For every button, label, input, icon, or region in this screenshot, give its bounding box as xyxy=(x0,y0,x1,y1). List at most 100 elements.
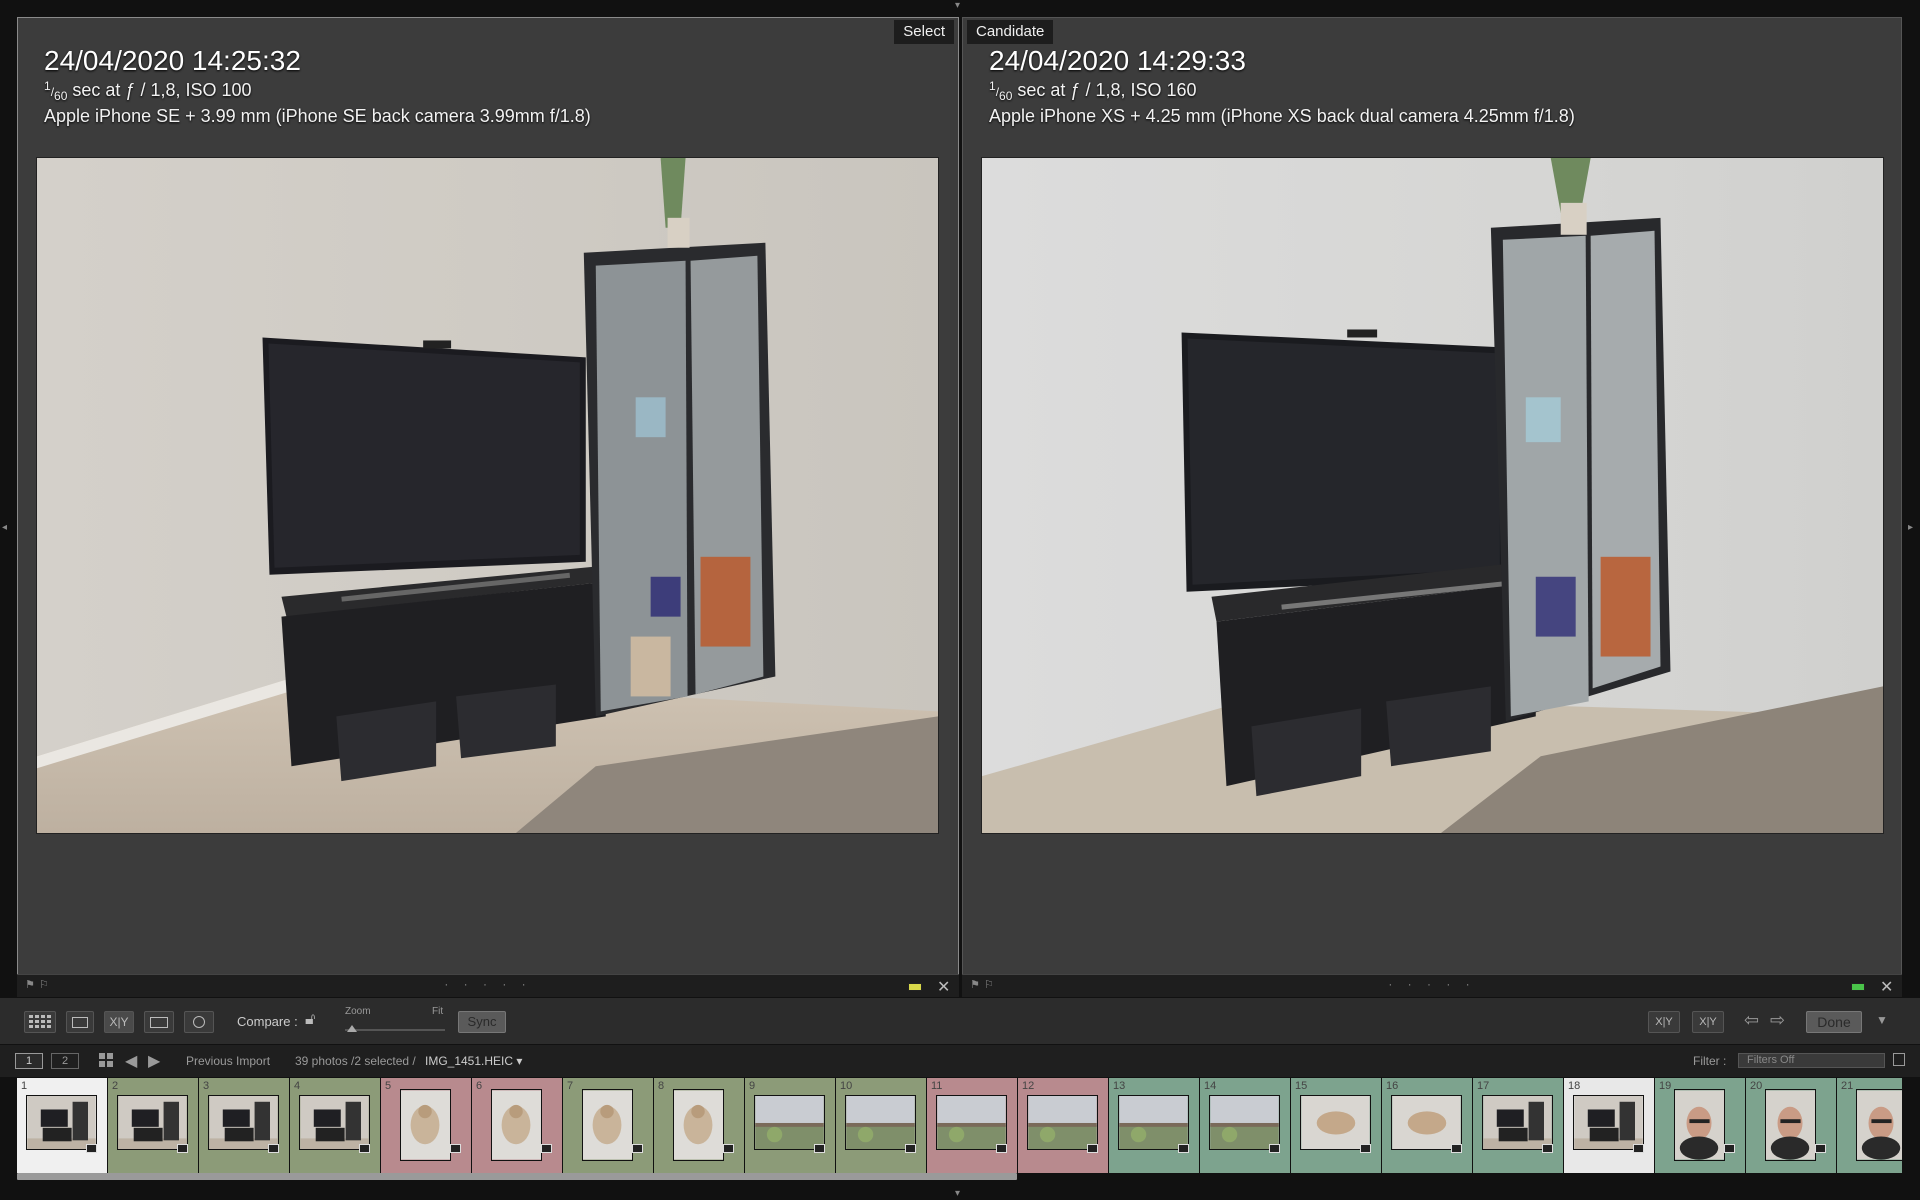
filmstrip-thumbnail[interactable] xyxy=(1209,1095,1280,1150)
filmstrip-thumbnail[interactable] xyxy=(491,1089,542,1161)
filmstrip-cell[interactable]: 15 xyxy=(1291,1078,1382,1173)
next-arrow-icon[interactable]: ⇨ xyxy=(1770,1010,1785,1031)
shutter-fraction: 1/60 xyxy=(989,79,1013,103)
close-icon[interactable]: ✕ xyxy=(1880,977,1893,997)
toolbar-menu-chevron-icon[interactable]: ▼ xyxy=(1876,1013,1888,1027)
filmstrip-cell-number: 6 xyxy=(476,1080,483,1092)
filmstrip-cell[interactable]: 13 xyxy=(1109,1078,1200,1173)
candidate-photo[interactable] xyxy=(981,157,1884,834)
select-pane[interactable]: Select 24/04/2020 14:25:32 1/60 sec at ƒ… xyxy=(17,17,959,975)
filmstrip-thumbnail[interactable] xyxy=(1027,1095,1098,1150)
star-rating[interactable]: · · · · · xyxy=(444,977,531,991)
filmstrip-thumbnail[interactable] xyxy=(754,1095,825,1150)
flag-icon[interactable]: ⚑ xyxy=(25,980,35,991)
top-panel-toggle-icon[interactable]: ▾ xyxy=(955,0,960,11)
filmstrip-thumbnail[interactable] xyxy=(1482,1095,1553,1150)
filmstrip-thumbnail[interactable] xyxy=(1573,1095,1644,1150)
filmstrip-cell-number: 14 xyxy=(1204,1080,1217,1092)
filmstrip-thumbnail[interactable] xyxy=(26,1095,97,1150)
filmstrip-cell[interactable]: 20 xyxy=(1746,1078,1837,1173)
filmstrip[interactable]: 1 2 3 4 5 6 7 8 9 10 11 12 13 14 15 16 17 18 19 20 21 xyxy=(17,1078,1902,1173)
close-icon[interactable]: ✕ xyxy=(937,977,950,997)
filmstrip-cell-number: 5 xyxy=(385,1080,392,1092)
filmstrip-cell[interactable]: 9 xyxy=(745,1078,836,1173)
right-panel-toggle-icon[interactable]: ▸ xyxy=(1908,522,1913,533)
filmstrip-thumbnail[interactable] xyxy=(673,1089,724,1161)
filmstrip-cell[interactable]: 7 xyxy=(563,1078,654,1173)
filmstrip-cell[interactable]: 14 xyxy=(1200,1078,1291,1173)
filmstrip-thumbnail[interactable] xyxy=(208,1095,279,1150)
survey-view-button[interactable] xyxy=(144,1011,174,1033)
living-room-photo xyxy=(37,158,938,833)
filmstrip-cell[interactable]: 6 xyxy=(472,1078,563,1173)
selection-info: 39 photos /2 selected / xyxy=(295,1054,416,1068)
fit-label: Fit xyxy=(432,1006,444,1017)
filmstrip-thumbnail[interactable] xyxy=(400,1089,451,1161)
candidate-pane[interactable]: Candidate 24/04/2020 14:29:33 1/60 sec a… xyxy=(962,17,1902,975)
filmstrip-scrollbar[interactable] xyxy=(17,1173,1017,1180)
star-rating[interactable]: · · · · · xyxy=(1388,977,1475,991)
filmstrip-cell[interactable]: 18 xyxy=(1564,1078,1655,1173)
color-label-yellow[interactable] xyxy=(908,983,922,991)
forward-arrow-icon[interactable]: ▶ xyxy=(148,1051,160,1071)
color-label-green[interactable] xyxy=(1851,983,1865,991)
loupe-view-button[interactable] xyxy=(66,1011,94,1033)
filter-dropdown[interactable]: Filters Off xyxy=(1738,1053,1885,1068)
edit-badge-icon xyxy=(1815,1144,1826,1153)
filmstrip-cell[interactable]: 5 xyxy=(381,1078,472,1173)
zoom-slider-knob[interactable] xyxy=(347,1025,357,1032)
filmstrip-cell[interactable]: 1 xyxy=(17,1078,108,1173)
grid-icon[interactable] xyxy=(99,1053,113,1070)
previous-arrow-icon[interactable]: ⇦ xyxy=(1744,1010,1759,1031)
filmstrip-thumbnail[interactable] xyxy=(936,1095,1007,1150)
filmstrip-cell[interactable]: 11 xyxy=(927,1078,1018,1173)
grid-view-button[interactable] xyxy=(24,1011,56,1033)
filmstrip-thumbnail[interactable] xyxy=(1391,1095,1462,1150)
filmstrip-thumbnail[interactable] xyxy=(1674,1089,1725,1161)
compare-view-button[interactable]: X|Y xyxy=(104,1011,134,1033)
bottom-panel-toggle-icon[interactable]: ▾ xyxy=(955,1188,960,1199)
monitor-2-button[interactable]: 2 xyxy=(51,1053,79,1069)
filmstrip-cell[interactable]: 16 xyxy=(1382,1078,1473,1173)
people-view-button[interactable] xyxy=(184,1011,214,1033)
filmstrip-thumbnail[interactable] xyxy=(1118,1095,1189,1150)
lock-icon[interactable]: 🔓︎ xyxy=(305,1011,315,1029)
filmstrip-thumbnail[interactable] xyxy=(1765,1089,1816,1161)
filmstrip-thumbnail[interactable] xyxy=(845,1095,916,1150)
filmstrip-cell-number: 1 xyxy=(21,1080,28,1092)
filmstrip-cell[interactable]: 19 xyxy=(1655,1078,1746,1173)
filmstrip-cell[interactable]: 2 xyxy=(108,1078,199,1173)
compare-label: Compare : xyxy=(237,1014,298,1029)
filmstrip-cell[interactable]: 8 xyxy=(654,1078,745,1173)
filmstrip-thumbnail[interactable] xyxy=(582,1089,633,1161)
filmstrip-cell[interactable]: 12 xyxy=(1018,1078,1109,1173)
filmstrip-thumbnail[interactable] xyxy=(1856,1089,1902,1161)
filmstrip-cell[interactable]: 3 xyxy=(199,1078,290,1173)
filmstrip-cell-number: 4 xyxy=(294,1080,301,1092)
filmstrip-cell[interactable]: 10 xyxy=(836,1078,927,1173)
zoom-slider[interactable] xyxy=(345,1025,445,1032)
make-select-button[interactable]: X|Y xyxy=(1692,1011,1724,1033)
filter-lock-icon[interactable] xyxy=(1893,1053,1905,1066)
filmstrip-cell-number: 13 xyxy=(1113,1080,1126,1092)
flag-icon[interactable]: ⚑ xyxy=(970,980,980,991)
filmstrip-thumbnail[interactable] xyxy=(299,1095,370,1150)
sync-button[interactable]: Sync xyxy=(458,1011,506,1033)
filmstrip-thumbnail[interactable] xyxy=(117,1095,188,1150)
filmstrip-cell-number: 21 xyxy=(1841,1080,1854,1092)
monitor-1-button[interactable]: 1 xyxy=(15,1053,43,1069)
filmstrip-cell[interactable]: 21 xyxy=(1837,1078,1902,1173)
select-photo[interactable] xyxy=(36,157,939,834)
filename-dropdown[interactable]: IMG_1451.HEIC ▾ xyxy=(425,1054,522,1068)
left-panel-toggle-icon[interactable]: ◂ xyxy=(2,522,7,533)
done-button[interactable]: Done xyxy=(1806,1011,1862,1033)
filmstrip-cell[interactable]: 4 xyxy=(290,1078,381,1173)
reject-flag-icon[interactable]: ⚐ xyxy=(39,980,49,991)
back-arrow-icon[interactable]: ◀ xyxy=(125,1051,137,1071)
candidate-info-overlay: 24/04/2020 14:29:33 1/60 sec at ƒ / 1,8,… xyxy=(989,44,1575,128)
swap-button[interactable]: X|Y xyxy=(1648,1011,1680,1033)
source-label[interactable]: Previous Import xyxy=(186,1054,270,1068)
filmstrip-cell[interactable]: 17 xyxy=(1473,1078,1564,1173)
filmstrip-thumbnail[interactable] xyxy=(1300,1095,1371,1150)
reject-flag-icon[interactable]: ⚐ xyxy=(984,980,994,991)
